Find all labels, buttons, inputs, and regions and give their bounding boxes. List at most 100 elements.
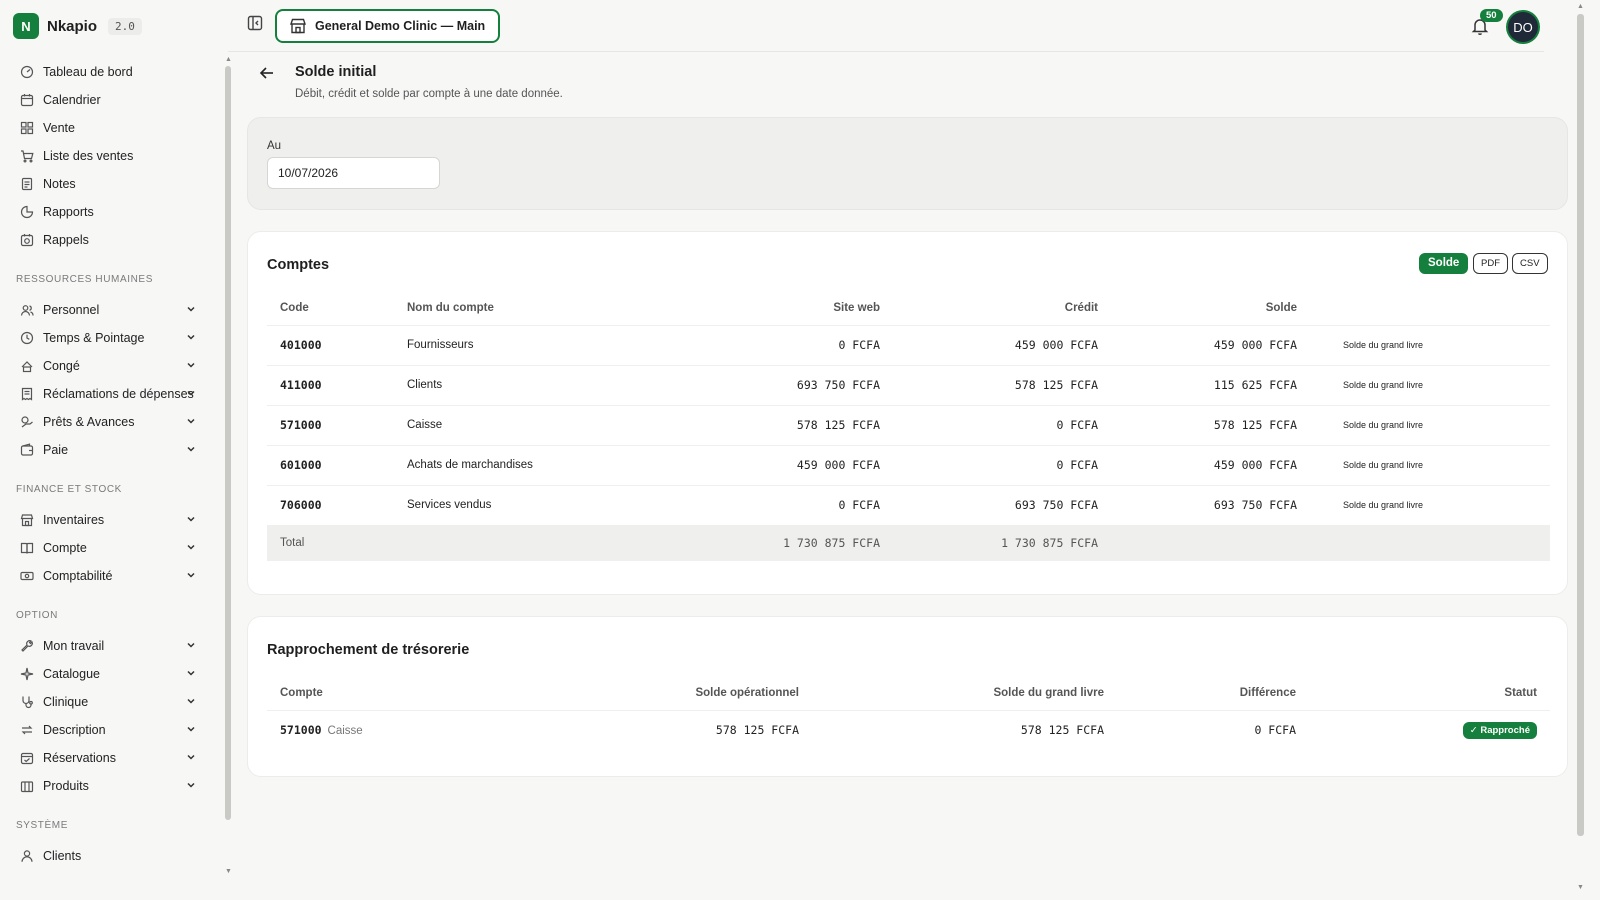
pdf-button[interactable]: PDF — [1473, 253, 1508, 274]
sidebar-item-label: Clients — [43, 849, 82, 863]
sidebar-item-label: Calendrier — [43, 93, 101, 107]
chevron-down-icon[interactable] — [186, 668, 196, 678]
date-filter-card: Au 10/07/2026 — [247, 117, 1568, 210]
sidebar-item-description[interactable]: Description — [0, 716, 228, 744]
accounts-header-row: Code Nom du compte Site web Crédit Solde — [267, 291, 1550, 325]
chevron-down-icon[interactable] — [186, 696, 196, 706]
user-avatar[interactable]: DO — [1508, 12, 1538, 42]
chevron-down-icon[interactable] — [186, 360, 196, 370]
table-row[interactable]: 601000 Achats de marchandises 459 000 FCFA… — [267, 444, 1550, 485]
chevron-down-icon[interactable] — [186, 416, 196, 426]
account-name: Achats de marchandises — [394, 444, 589, 485]
chevron-down-icon[interactable] — [186, 332, 196, 342]
sidebar-item-catalogue[interactable]: Catalogue — [0, 660, 228, 688]
column-header-account: Compte — [280, 686, 323, 699]
main-scrollbar[interactable] — [1577, 14, 1584, 836]
sidebar-item-label: Comptabilité — [43, 569, 113, 583]
sidebar-item-label: Vente — [43, 121, 75, 135]
sidebar-item-produits[interactable]: Produits — [0, 772, 228, 800]
sidebar-item-temps-pointage[interactable]: Temps & Pointage — [0, 324, 228, 352]
sidebar-item-conge[interactable]: Congé — [0, 352, 228, 380]
sidebar-item-rappels[interactable]: Rappels — [0, 226, 228, 254]
sidebar-item-label: Temps & Pointage — [43, 331, 145, 345]
csv-button[interactable]: CSV — [1512, 253, 1548, 274]
app-name: Nkapio — [47, 17, 98, 35]
grid-icon — [20, 121, 34, 135]
back-arrow-icon[interactable] — [258, 64, 276, 82]
table-row[interactable]: 706000 Services vendus 0 FCFA 693 750 FCFA 6… — [267, 484, 1550, 525]
sidebar-item-reservations[interactable]: Réservations — [0, 744, 228, 772]
sidebar-scrollbar[interactable] — [225, 66, 231, 820]
sidebar-item-clients[interactable]: Clients — [0, 842, 228, 870]
sidebar-toggle-icon[interactable] — [247, 15, 263, 31]
account-name: Clients — [394, 364, 589, 405]
wrench-icon — [20, 639, 34, 653]
sidebar-item-tableau-de-bord[interactable]: Tableau de bord — [0, 58, 228, 86]
sidebar-item-comptabilite[interactable]: Comptabilité — [0, 562, 228, 590]
table-row[interactable]: 411000 Clients 693 750 FCFA 578 125 FCFA 115… — [267, 364, 1550, 405]
chevron-down-icon[interactable] — [186, 724, 196, 734]
sidebar-item-paie[interactable]: Paie — [0, 436, 228, 464]
sidebar-scroll-down-icon[interactable]: ▼ — [225, 868, 232, 875]
clinic-selector-button[interactable]: General Demo Clinic — Main — [275, 9, 501, 43]
sidebar-item-compte[interactable]: Compte — [0, 534, 228, 562]
chevron-down-icon[interactable] — [186, 640, 196, 650]
reconciliation-card: Rapprochement de trésorerie Compte Solde… — [247, 616, 1568, 777]
accounts-table: Code Nom du compte Site web Crédit Solde… — [267, 291, 1550, 561]
table-row[interactable]: 401000 Fournisseurs 0 FCFA 459 000 FCFA 459 … — [267, 324, 1550, 365]
app-logo: N — [13, 13, 39, 39]
book-icon — [20, 541, 34, 555]
table-row[interactable]: 571000 Caisse 578 125 FCFA 578 125 FCFA 0 FC… — [267, 709, 1550, 750]
sidebar-item-personnel[interactable]: Personnel — [0, 296, 228, 324]
page-subtitle: Débit, crédit et solde par compte à une … — [295, 88, 563, 100]
sidebar-item-liste-des-ventes[interactable]: Liste des ventes — [0, 142, 228, 170]
reminder-icon — [20, 233, 34, 247]
account-credit: 459 000 FCFA — [893, 324, 1111, 365]
chevron-down-icon[interactable] — [186, 780, 196, 790]
account-debit: 0 FCFA — [589, 324, 893, 365]
page-title: Solde initial — [295, 64, 377, 80]
chevron-down-icon[interactable] — [186, 514, 196, 524]
chevron-down-icon[interactable] — [186, 570, 196, 580]
sidebar-item-reclamations-de-depenses[interactable]: Réclamations de dépenses — [0, 380, 228, 408]
account-code: 571000 — [267, 404, 394, 445]
column-header-balance: Solde — [1265, 301, 1297, 314]
chevron-down-icon[interactable] — [186, 542, 196, 552]
sidebar-item-clinique[interactable]: Clinique — [0, 688, 228, 716]
chevron-down-icon[interactable] — [186, 752, 196, 762]
ledger-balance-note: Solde du grand livre — [1310, 404, 1550, 445]
reconciliation-title: Rapprochement de trésorerie — [267, 642, 470, 658]
chevron-down-icon[interactable] — [186, 444, 196, 454]
main-scroll-up-icon[interactable]: ▲ — [1577, 3, 1584, 10]
account-code: 571000 — [280, 723, 322, 738]
sidebar-item-label: Mon travail — [43, 639, 105, 653]
account-code: 706000 — [267, 484, 394, 525]
sidebar-section-fin: FINANCE ET STOCK — [16, 484, 122, 495]
sidebar-item-label: Description — [43, 723, 106, 737]
total-label: Total — [267, 524, 394, 561]
chevron-down-icon[interactable] — [186, 304, 196, 314]
sidebar-item-notes[interactable]: Notes — [0, 170, 228, 198]
cart-icon — [20, 149, 34, 163]
sidebar-item-rapports[interactable]: Rapports — [0, 198, 228, 226]
sidebar-item-mon-travail[interactable]: Mon travail — [0, 632, 228, 660]
total-credit: 1 730 875 FCFA — [893, 524, 1111, 561]
chevron-down-icon[interactable] — [186, 388, 196, 398]
sidebar-item-inventaires[interactable]: Inventaires — [0, 506, 228, 534]
date-input[interactable]: 10/07/2026 — [267, 157, 440, 189]
sidebar-scroll-up-icon[interactable]: ▲ — [225, 56, 232, 63]
sidebar-section-hr: RESSOURCES HUMAINES — [16, 274, 153, 285]
table-row[interactable]: 571000 Caisse 578 125 FCFA 0 FCFA 578 125 FC… — [267, 404, 1550, 445]
sidebar-item-prets-avances[interactable]: Prêts & Avances — [0, 408, 228, 436]
sidebar-item-calendrier[interactable]: Calendrier — [0, 86, 228, 114]
store-icon — [20, 513, 34, 527]
sidebar-item-label: Catalogue — [43, 667, 100, 681]
main-scroll-down-icon[interactable]: ▼ — [1577, 884, 1584, 891]
wallet-icon — [20, 443, 34, 457]
sidebar-item-vente[interactable]: Vente — [0, 114, 228, 142]
sidebar-item-label: Tableau de bord — [43, 65, 133, 79]
brand[interactable]: N Nkapio 2.0 — [13, 13, 142, 39]
total-debit: 1 730 875 FCFA — [589, 524, 893, 561]
sidebar: N Nkapio 2.0 Tableau de bord Calendrier Ve… — [0, 0, 228, 900]
solde-button[interactable]: Solde — [1419, 253, 1469, 274]
